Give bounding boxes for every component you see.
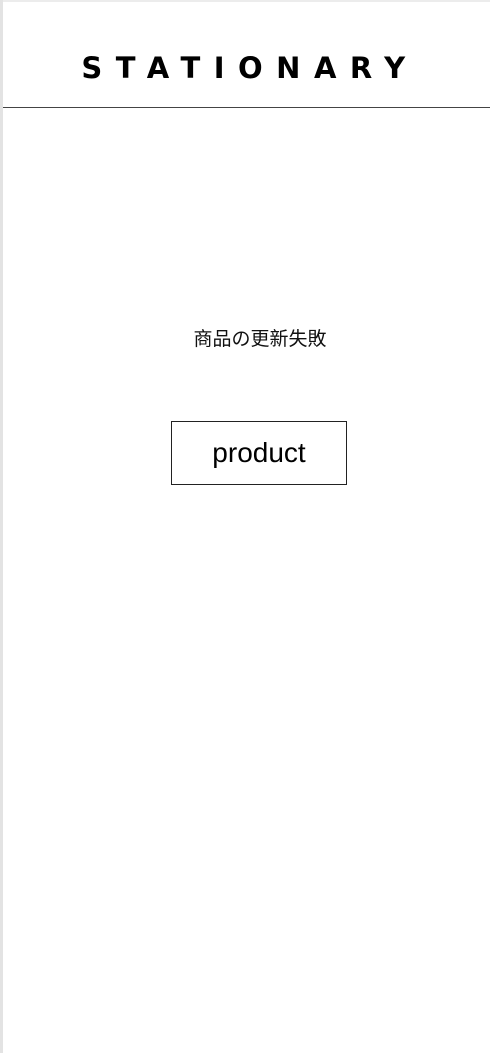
left-edge-bar bbox=[0, 0, 3, 1053]
product-link-button[interactable]: product bbox=[171, 421, 347, 485]
update-failure-message: 商品の更新失敗 bbox=[193, 328, 327, 350]
site-logo[interactable]: STATIONARY bbox=[0, 52, 490, 84]
